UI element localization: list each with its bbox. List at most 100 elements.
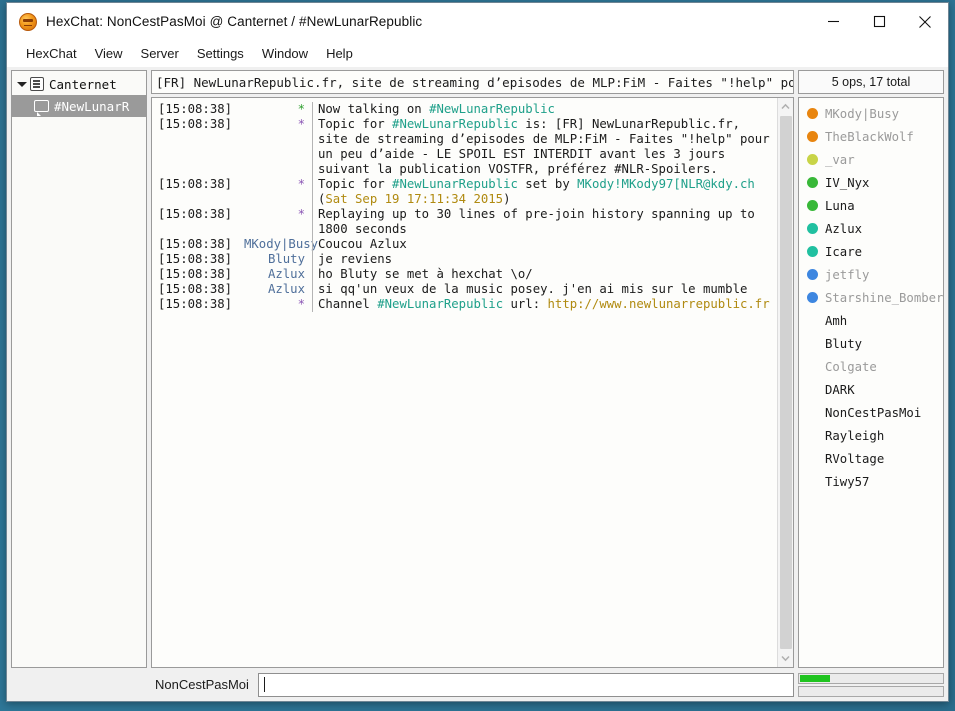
- user-list-item[interactable]: Colgate: [799, 355, 943, 378]
- user-status-dot-placeholder: [807, 476, 818, 487]
- chat-nick[interactable]: *: [244, 297, 312, 312]
- message-log[interactable]: [15:08:38] * Now talking on #NewLunarRepub…: [152, 98, 777, 667]
- column-separator: [312, 237, 313, 252]
- chat-line: [15:08:38] Azlux ho Bluty se met à hexchat…: [154, 267, 775, 282]
- user-list[interactable]: MKody|Busy TheBlackWolf _var IV_Nyx Luna Azlu…: [798, 97, 944, 668]
- chat-scrollbar[interactable]: [777, 98, 793, 667]
- message-span: ): [503, 192, 511, 206]
- user-list-item[interactable]: Starshine_Bomber: [799, 286, 943, 309]
- column-separator: [312, 267, 313, 282]
- user-name: Colgate: [825, 359, 877, 374]
- column-separator: [312, 282, 313, 297]
- message-span: set by: [517, 177, 578, 191]
- message-input[interactable]: [257, 672, 794, 697]
- user-list-item[interactable]: _var: [799, 148, 943, 171]
- center-column: [FR] NewLunarRepublic.fr, site de stream…: [151, 70, 794, 668]
- user-name: Icare: [825, 244, 863, 259]
- column-separator: [312, 297, 313, 312]
- user-list-item[interactable]: DARK: [799, 378, 943, 401]
- chat-message-text: Replaying up to 30 lines of pre-join his…: [318, 207, 775, 237]
- user-status-dot-placeholder: [807, 453, 818, 464]
- user-status-dot-icon: [807, 154, 818, 165]
- server-tree[interactable]: Canternet #NewLunarR: [11, 70, 147, 668]
- user-list-item[interactable]: NonCestPasMoi: [799, 401, 943, 424]
- message-span: MKody!MKody97[NLR@kdy.ch: [577, 177, 755, 191]
- menu-item-settings[interactable]: Settings: [188, 43, 253, 64]
- current-nick-label[interactable]: NonCestPasMoi: [151, 677, 258, 692]
- user-list-item[interactable]: IV_Nyx: [799, 171, 943, 194]
- status-meters: [798, 672, 944, 697]
- tree-item-server[interactable]: Canternet: [12, 73, 146, 95]
- user-status-dot-placeholder: [807, 407, 818, 418]
- user-list-item[interactable]: Azlux: [799, 217, 943, 240]
- user-status-dot-placeholder: [807, 315, 818, 326]
- message-span: Coucou Azlux: [318, 237, 407, 251]
- user-list-item[interactable]: RVoltage: [799, 447, 943, 470]
- user-name: TheBlackWolf: [825, 129, 914, 144]
- message-span: Topic for: [318, 177, 393, 191]
- user-list-item[interactable]: Rayleigh: [799, 424, 943, 447]
- message-span: url:: [503, 297, 548, 311]
- topic-bar[interactable]: [FR] NewLunarRepublic.fr, site de stream…: [151, 70, 794, 94]
- user-name: MKody|Busy: [825, 106, 900, 121]
- right-column: 5 ops, 17 total MKody|Busy TheBlackWolf _v…: [798, 70, 944, 668]
- chevron-down-icon[interactable]: [777, 650, 793, 667]
- user-list-item[interactable]: Amh: [799, 309, 943, 332]
- user-list-item[interactable]: jetfly: [799, 263, 943, 286]
- scrollbar-thumb[interactable]: [779, 116, 792, 649]
- message-link[interactable]: http://www.newlunarrepublic.fr: [548, 297, 770, 311]
- tree-item-channel[interactable]: #NewLunarR: [12, 95, 146, 117]
- text-caret: [263, 677, 265, 692]
- chat-nick[interactable]: Azlux: [244, 267, 312, 282]
- chat-timestamp: [15:08:38]: [158, 252, 233, 266]
- user-count-label: 5 ops, 17 total: [798, 70, 944, 94]
- menu-item-window[interactable]: Window: [253, 43, 317, 64]
- menu-item-server[interactable]: Server: [132, 43, 188, 64]
- chat-nick[interactable]: *: [244, 102, 312, 117]
- chat-area: [15:08:38] * Now talking on #NewLunarRepub…: [151, 97, 794, 668]
- menu-item-hexchat[interactable]: HexChat: [17, 43, 86, 64]
- chat-nick[interactable]: Azlux: [244, 282, 312, 297]
- user-list-item[interactable]: MKody|Busy: [799, 102, 943, 125]
- close-button[interactable]: [902, 3, 948, 40]
- user-name: DARK: [825, 382, 855, 397]
- chat-nick[interactable]: *: [244, 177, 312, 207]
- chat-timestamp: [15:08:38]: [158, 117, 233, 131]
- user-list-item[interactable]: Luna: [799, 194, 943, 217]
- column-separator: [312, 102, 313, 117]
- menu-item-help[interactable]: Help: [317, 43, 362, 64]
- chevron-down-icon[interactable]: [16, 78, 28, 90]
- message-span: #NewLunarRepublic: [392, 117, 518, 131]
- chat-nick[interactable]: *: [244, 207, 312, 237]
- message-span: Now talking on: [318, 102, 430, 116]
- user-status-dot-icon: [807, 177, 818, 188]
- chevron-up-icon[interactable]: [777, 98, 793, 115]
- column-separator: [312, 252, 313, 267]
- chat-timestamp: [15:08:38]: [158, 207, 233, 221]
- user-list-item[interactable]: Bluty: [799, 332, 943, 355]
- user-status-dot-placeholder: [807, 430, 818, 441]
- user-status-dot-icon: [807, 246, 818, 257]
- user-status-dot-icon: [807, 108, 818, 119]
- user-name: Bluty: [825, 336, 863, 351]
- user-name: jetfly: [825, 267, 870, 282]
- hexchat-logo-icon: [19, 12, 37, 31]
- hexchat-window: HexChat: NonCestPasMoi @ Canternet / #Ne…: [6, 2, 949, 702]
- chat-line: [15:08:38] * Now talking on #NewLunarRepub…: [154, 102, 775, 117]
- channel-icon: [34, 100, 49, 116]
- chat-nick[interactable]: Bluty: [244, 252, 312, 267]
- chat-line: [15:08:38] MKody|Busy Coucou Azlux: [154, 237, 775, 252]
- maximize-button[interactable]: [856, 3, 902, 40]
- minimize-button[interactable]: [810, 3, 856, 40]
- user-list-item[interactable]: Tiwy57: [799, 470, 943, 493]
- column-separator: [312, 207, 313, 237]
- chat-message-text: Topic for #NewLunarRepublic set by MKody…: [318, 177, 775, 207]
- user-list-item[interactable]: TheBlackWolf: [799, 125, 943, 148]
- user-name: Tiwy57: [825, 474, 870, 489]
- chat-line: [15:08:38] * Topic for #NewLunarRepublic s…: [154, 177, 775, 207]
- chat-nick[interactable]: *: [244, 117, 312, 177]
- user-name: RVoltage: [825, 451, 885, 466]
- menu-item-view[interactable]: View: [86, 43, 132, 64]
- chat-nick[interactable]: MKody|Busy: [244, 237, 318, 252]
- user-list-item[interactable]: Icare: [799, 240, 943, 263]
